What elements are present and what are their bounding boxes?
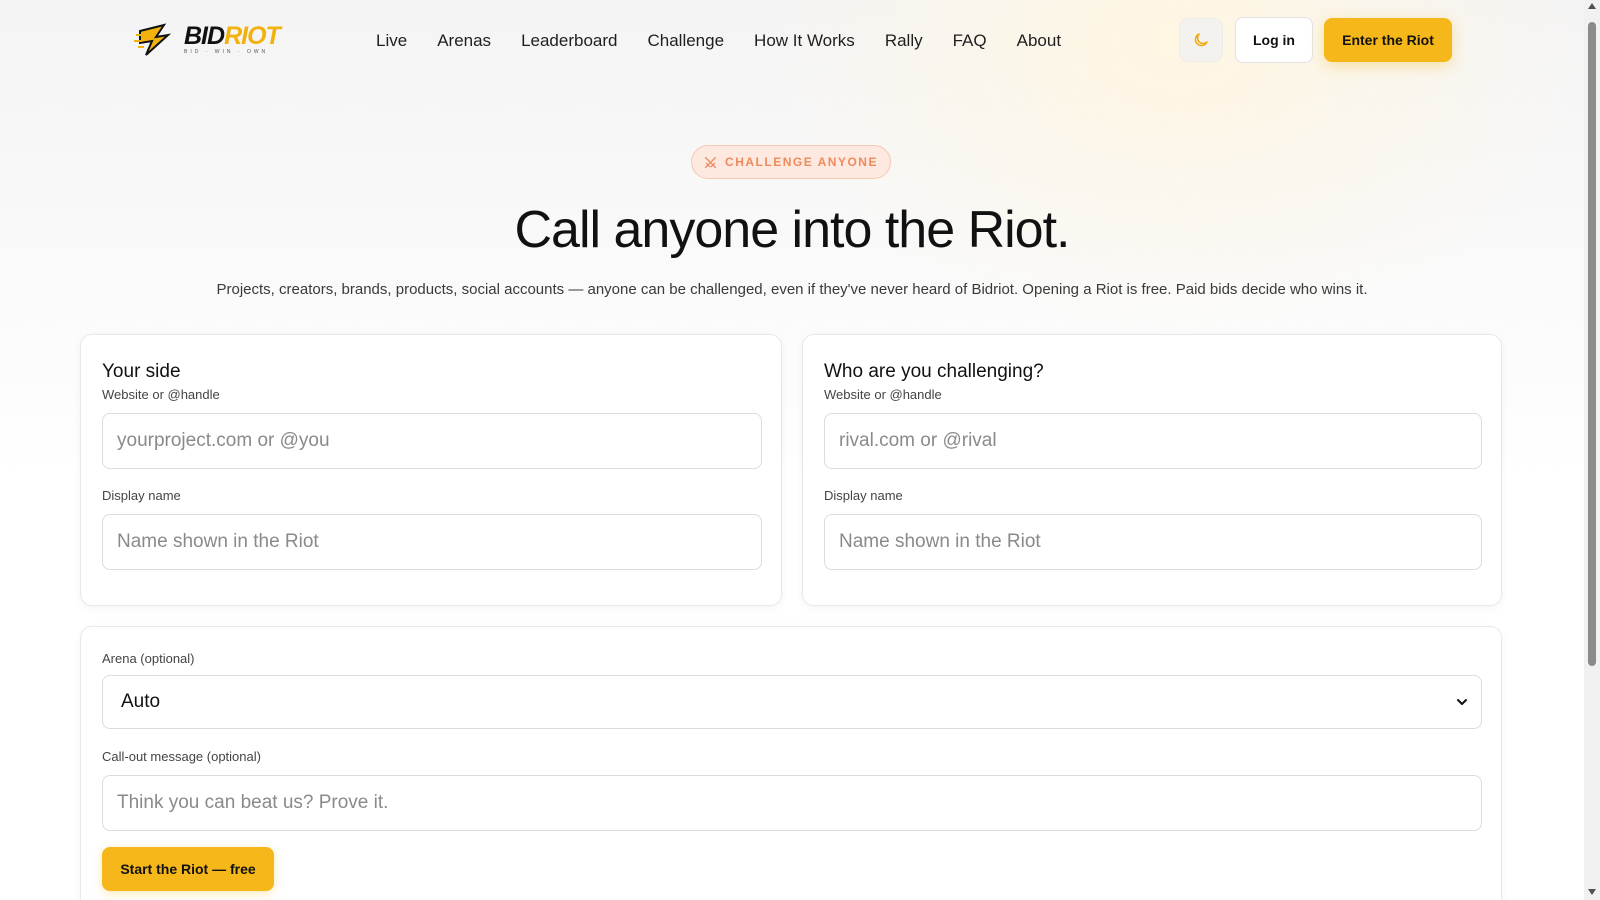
nav-faq[interactable]: FAQ bbox=[953, 29, 987, 53]
page-title: Call anyone into the Riot. bbox=[514, 201, 1070, 259]
nav-rally[interactable]: Rally bbox=[885, 29, 923, 53]
riot-details-card: Arena (optional) Auto Call-out message (… bbox=[80, 626, 1502, 900]
your-website-label: Website or @handle bbox=[102, 387, 220, 402]
bidriot-logo[interactable]: BIDRIOT BID · WIN · OWN bbox=[134, 18, 304, 60]
arena-selected-value: Auto bbox=[121, 691, 161, 712]
main-nav: Live Arenas Leaderboard Challenge How It… bbox=[376, 29, 1091, 53]
page-scrollbar[interactable] bbox=[1584, 0, 1600, 900]
callout-message-input[interactable] bbox=[102, 775, 1482, 831]
nav-how-it-works[interactable]: How It Works bbox=[754, 29, 855, 53]
nav-about[interactable]: About bbox=[1017, 29, 1061, 53]
nav-leaderboard[interactable]: Leaderboard bbox=[521, 29, 617, 53]
scroll-up-arrow-icon[interactable] bbox=[1588, 3, 1596, 9]
start-riot-button[interactable]: Start the Riot — free bbox=[102, 847, 274, 891]
logo-wordmark: BIDRIOT BID · WIN · OWN bbox=[184, 21, 281, 55]
your-side-card: Your side Website or @handle Display nam… bbox=[80, 334, 782, 606]
nav-arenas[interactable]: Arenas bbox=[437, 29, 491, 53]
message-label: Call-out message (optional) bbox=[102, 749, 261, 764]
theme-toggle-button[interactable] bbox=[1179, 18, 1223, 62]
login-button[interactable]: Log in bbox=[1235, 17, 1313, 63]
logo-tagline: BID · WIN · OWN bbox=[184, 48, 269, 55]
nav-challenge[interactable]: Challenge bbox=[647, 29, 724, 53]
page-subtitle: Projects, creators, brands, products, so… bbox=[216, 281, 1368, 298]
your-website-input[interactable] bbox=[102, 413, 762, 469]
nav-live[interactable]: Live bbox=[376, 29, 407, 53]
logo-word-bid: BID bbox=[184, 21, 225, 50]
rival-website-input[interactable] bbox=[824, 413, 1482, 469]
challenger-title: Who are you challenging? bbox=[824, 361, 1044, 382]
crossed-swords-icon bbox=[705, 156, 717, 168]
chevron-down-icon bbox=[1457, 699, 1467, 705]
challenge-badge: CHALLENGE ANYONE bbox=[691, 145, 891, 179]
arena-label: Arena (optional) bbox=[102, 651, 195, 666]
challenge-badge-text: CHALLENGE ANYONE bbox=[725, 155, 878, 169]
arena-select[interactable]: Auto bbox=[102, 675, 1482, 729]
your-side-title: Your side bbox=[102, 361, 181, 382]
rival-display-name-input[interactable] bbox=[824, 514, 1482, 570]
site-header: BIDRIOT BID · WIN · OWN Live Arenas Lead… bbox=[0, 0, 1584, 82]
your-display-name-input[interactable] bbox=[102, 514, 762, 570]
your-display-name-label: Display name bbox=[102, 488, 181, 503]
rival-display-name-label: Display name bbox=[824, 488, 903, 503]
scrollbar-thumb[interactable] bbox=[1588, 22, 1596, 666]
scroll-down-arrow-icon[interactable] bbox=[1588, 889, 1596, 895]
rival-website-label: Website or @handle bbox=[824, 387, 942, 402]
lightning-b-logo-icon bbox=[134, 23, 172, 56]
challenger-card: Who are you challenging? Website or @han… bbox=[802, 334, 1502, 606]
moon-icon bbox=[1194, 33, 1208, 47]
enter-the-riot-button[interactable]: Enter the Riot bbox=[1324, 18, 1452, 62]
logo-word-riot: RIOT bbox=[224, 21, 281, 50]
